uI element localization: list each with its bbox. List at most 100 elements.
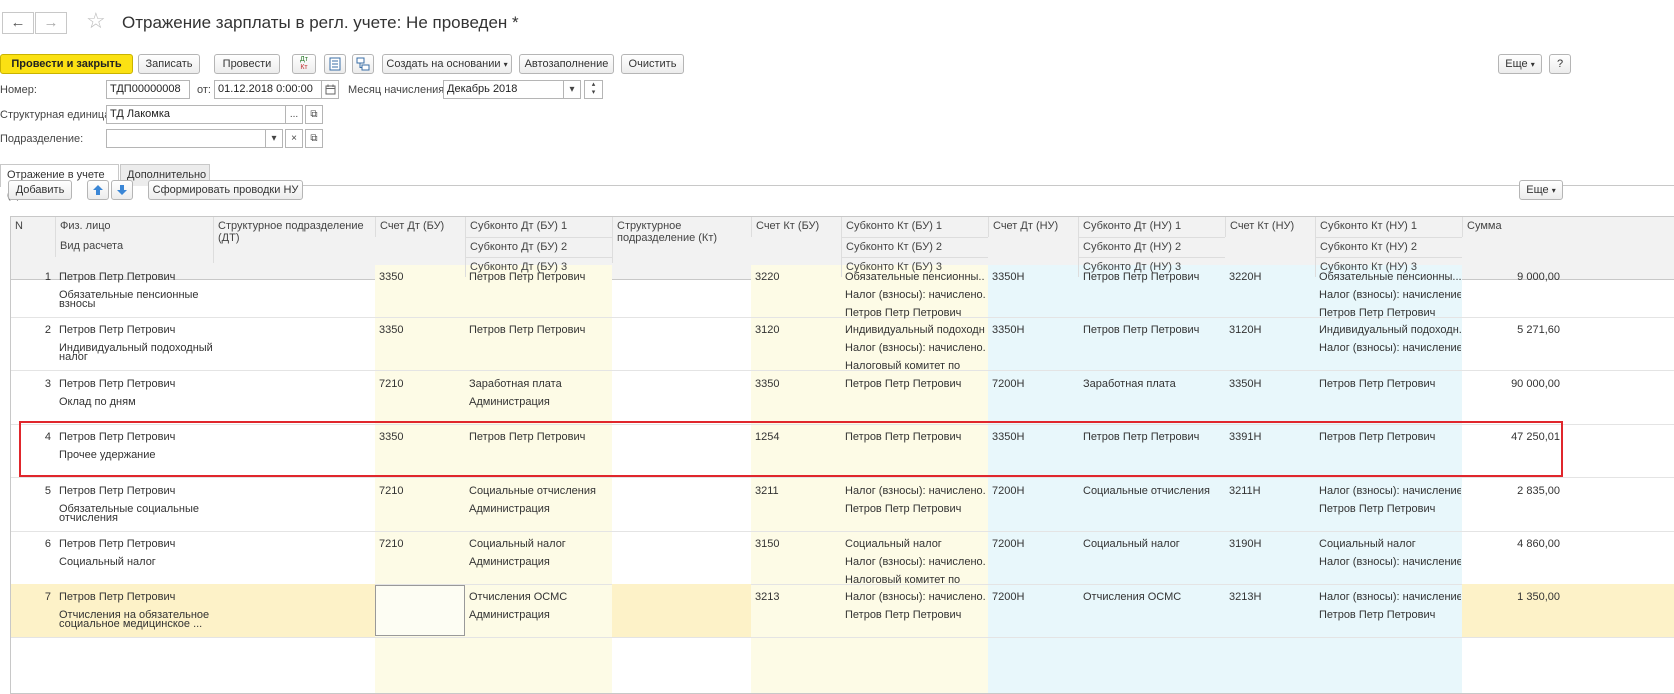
cell-acc-kt-bu[interactable]: 3220 bbox=[755, 268, 839, 286]
table-row[interactable]: 3 Петров Петр Петрович Оклад по дням 7210 За… bbox=[11, 371, 1674, 425]
department-clear-button[interactable]: × bbox=[285, 129, 303, 148]
month-spinner[interactable]: ▴ ▾ bbox=[584, 80, 603, 99]
cell-person[interactable]: Петров Петр Петрович bbox=[59, 535, 215, 553]
cell-sub-dt-bu1[interactable]: Социальный налог bbox=[469, 535, 611, 553]
cell-person[interactable]: Петров Петр Петрович bbox=[59, 321, 215, 339]
cell-sub-kt-bu1[interactable]: Социальный налог bbox=[845, 535, 985, 553]
cell-sub-dt-bu2[interactable]: Администрация bbox=[469, 606, 611, 624]
cell-sub-kt-nu1[interactable]: Налог (взносы): начисление... bbox=[1319, 482, 1461, 500]
cell-sub-kt-nu1[interactable]: Индивидуальный подоходн... bbox=[1319, 321, 1461, 339]
month-dropdown-button[interactable]: ▾ bbox=[563, 80, 581, 99]
create-based-on-button[interactable]: Создать на основании ▾ bbox=[382, 54, 512, 74]
add-row-button[interactable]: Добавить bbox=[8, 180, 72, 200]
cell-sum[interactable]: 9 000,00 bbox=[1462, 268, 1560, 286]
cell-acc-kt-bu[interactable]: 3350 bbox=[755, 375, 839, 393]
col-header-sub-kt-nu2[interactable]: Субконто Кт (НУ) 2 bbox=[1315, 237, 1462, 257]
cell-sub-kt-bu1[interactable]: Петров Петр Петрович bbox=[845, 375, 985, 393]
col-header-person[interactable]: Физ. лицо bbox=[55, 217, 213, 237]
cell-sub-dt-bu2[interactable]: Администрация bbox=[469, 393, 611, 411]
cell-sub-kt-bu2[interactable]: Налог (взносы): начислено... bbox=[845, 553, 985, 571]
cell-sub-dt-bu1[interactable]: Петров Петр Петрович bbox=[469, 321, 611, 339]
cell-acc-dt-nu[interactable]: 7200Н bbox=[992, 535, 1076, 553]
cell-sub-kt-nu2[interactable]: Налог (взносы): начисление... bbox=[1319, 553, 1461, 571]
cell-acc-kt-nu[interactable]: 3220Н bbox=[1229, 268, 1313, 286]
cell-sub-kt-bu2[interactable]: Налог (взносы): начислено... bbox=[845, 286, 985, 304]
post-and-close-button[interactable]: Провести и закрыть bbox=[0, 54, 133, 74]
cell-sub-kt-bu2[interactable]: Петров Петр Петрович bbox=[845, 606, 985, 624]
cell-sub-kt-bu1[interactable]: Налог (взносы): начислено... bbox=[845, 482, 985, 500]
cell-acc-dt-bu[interactable]: 3350 bbox=[379, 321, 463, 339]
cell-sub-kt-bu2[interactable]: Налог (взносы): начислено... bbox=[845, 339, 985, 357]
cell-acc-dt-bu[interactable]: 7210 bbox=[379, 375, 463, 393]
cell-calc-line2[interactable]: взносы bbox=[59, 298, 215, 310]
cell-person[interactable]: Петров Петр Петрович bbox=[59, 268, 215, 286]
cell-acc-dt-nu[interactable]: 7200Н bbox=[992, 375, 1076, 393]
cell-acc-kt-nu[interactable]: 3190Н bbox=[1229, 535, 1313, 553]
cell-calc-line1[interactable]: Социальный налог bbox=[59, 553, 215, 571]
col-header-calc-type[interactable]: Вид расчета bbox=[55, 237, 213, 257]
forward-button[interactable]: → bbox=[35, 12, 67, 34]
cell-sub-kt-nu2[interactable]: Налог (взносы): начисление... bbox=[1319, 286, 1461, 304]
cell-acc-kt-bu[interactable]: 3120 bbox=[755, 321, 839, 339]
cell-sub-dt-bu1[interactable]: Отчисления ОСМС bbox=[469, 588, 611, 606]
col-header-acc-dt-bu[interactable]: Счет Дт (БУ) bbox=[375, 217, 465, 237]
cell-sub-dt-nu1[interactable]: Заработная плата bbox=[1083, 375, 1223, 393]
help-button[interactable]: ? bbox=[1549, 54, 1571, 74]
table-row[interactable]: 2 Петров Петр Петрович Индивидуальный подо… bbox=[11, 317, 1674, 372]
cell-acc-kt-nu[interactable]: 3211Н bbox=[1229, 482, 1313, 500]
col-header-sub-kt-bu1[interactable]: Субконто Кт (БУ) 1 bbox=[841, 217, 988, 237]
col-header-n[interactable]: N bbox=[11, 217, 55, 237]
cell-sub-dt-bu1[interactable]: Петров Петр Петрович bbox=[469, 268, 611, 286]
col-header-acc-kt-nu[interactable]: Счет Кт (НУ) bbox=[1225, 217, 1315, 237]
cell-calc-line1[interactable]: Оклад по дням bbox=[59, 393, 215, 411]
autofill-button[interactable]: Автозаполнение bbox=[519, 54, 614, 74]
cell-acc-dt-bu[interactable]: 7210 bbox=[379, 535, 463, 553]
cell-acc-dt-bu[interactable]: 7210 bbox=[379, 482, 463, 500]
cell-calc-line2[interactable]: налог bbox=[59, 351, 215, 363]
date-field[interactable]: 01.12.2018 0:00:00 bbox=[214, 80, 322, 99]
cell-sub-kt-nu2[interactable]: Петров Петр Петрович bbox=[1319, 606, 1461, 624]
struct-unit-select-button[interactable]: ... bbox=[285, 105, 303, 124]
cell-person[interactable]: Петров Петр Петрович bbox=[59, 375, 215, 393]
cell-sum[interactable]: 1 350,00 bbox=[1462, 588, 1560, 606]
struct-unit-field[interactable]: ТД Лакомка bbox=[106, 105, 286, 124]
cell-sub-dt-nu1[interactable]: Социальные отчисления bbox=[1083, 482, 1223, 500]
month-field[interactable]: Декабрь 2018 bbox=[443, 80, 564, 99]
table-row[interactable]: 7 Петров Петр Петрович Отчисления на обяза… bbox=[11, 584, 1674, 639]
table-row[interactable]: 6 Петров Петр Петрович Социальный налог 721… bbox=[11, 531, 1674, 586]
cell-acc-kt-bu[interactable]: 3213 bbox=[755, 588, 839, 606]
cell-calc-line2[interactable]: социальное медицинское ... bbox=[59, 618, 215, 630]
cell-sub-dt-nu1[interactable]: Отчисления ОСМС bbox=[1083, 588, 1223, 606]
cell-sub-dt-nu1[interactable]: Петров Петр Петрович bbox=[1083, 321, 1223, 339]
col-header-sub-dt-bu2[interactable]: Субконто Дт (БУ) 2 bbox=[465, 237, 612, 257]
cell-acc-dt-nu[interactable]: 7200Н bbox=[992, 588, 1076, 606]
cell-person[interactable]: Петров Петр Петрович bbox=[59, 588, 215, 606]
cell-sub-kt-nu1[interactable]: Петров Петр Петрович bbox=[1319, 375, 1461, 393]
form-tax-postings-button[interactable]: Сформировать проводки НУ bbox=[148, 180, 303, 200]
cell-acc-dt-nu[interactable]: 7200Н bbox=[992, 482, 1076, 500]
cell-sub-dt-bu2[interactable]: Администрация bbox=[469, 553, 611, 571]
cell-sub-dt-bu1[interactable]: Заработная плата bbox=[469, 375, 611, 393]
table-row[interactable]: 5 Петров Петр Петрович Обязательные социал… bbox=[11, 478, 1674, 532]
cell-acc-kt-nu[interactable]: 3120Н bbox=[1229, 321, 1313, 339]
number-field[interactable]: ТДП00000008 bbox=[106, 80, 190, 99]
department-dropdown-button[interactable]: ▾ bbox=[265, 129, 283, 148]
cell-sub-dt-nu1[interactable]: Петров Петр Петрович bbox=[1083, 268, 1223, 286]
cell-sub-kt-bu1[interactable]: Обязательные пенсионны... bbox=[845, 268, 985, 286]
cell-sub-dt-bu2[interactable]: Администрация bbox=[469, 500, 611, 518]
favorite-star-icon[interactable]: ☆ bbox=[86, 8, 106, 34]
clear-button[interactable]: Очистить bbox=[621, 54, 684, 74]
cell-sub-dt-bu1[interactable]: Социальные отчисления bbox=[469, 482, 611, 500]
cell-acc-dt-nu[interactable]: 3350Н bbox=[992, 268, 1076, 286]
structure-button[interactable] bbox=[352, 54, 374, 74]
cell-sum[interactable]: 90 000,00 bbox=[1462, 375, 1560, 393]
department-open-button[interactable]: ⧉ bbox=[305, 129, 323, 148]
struct-unit-open-button[interactable]: ⧉ bbox=[305, 105, 323, 124]
cell-sub-kt-nu2[interactable]: Налог (взносы): начисление... bbox=[1319, 339, 1461, 357]
save-button[interactable]: Записать bbox=[138, 54, 200, 74]
active-cell[interactable] bbox=[375, 585, 465, 636]
calendar-button[interactable] bbox=[321, 80, 339, 99]
cell-acc-kt-bu[interactable]: 3150 bbox=[755, 535, 839, 553]
department-field[interactable] bbox=[106, 129, 266, 148]
cell-person[interactable]: Петров Петр Петрович bbox=[59, 482, 215, 500]
